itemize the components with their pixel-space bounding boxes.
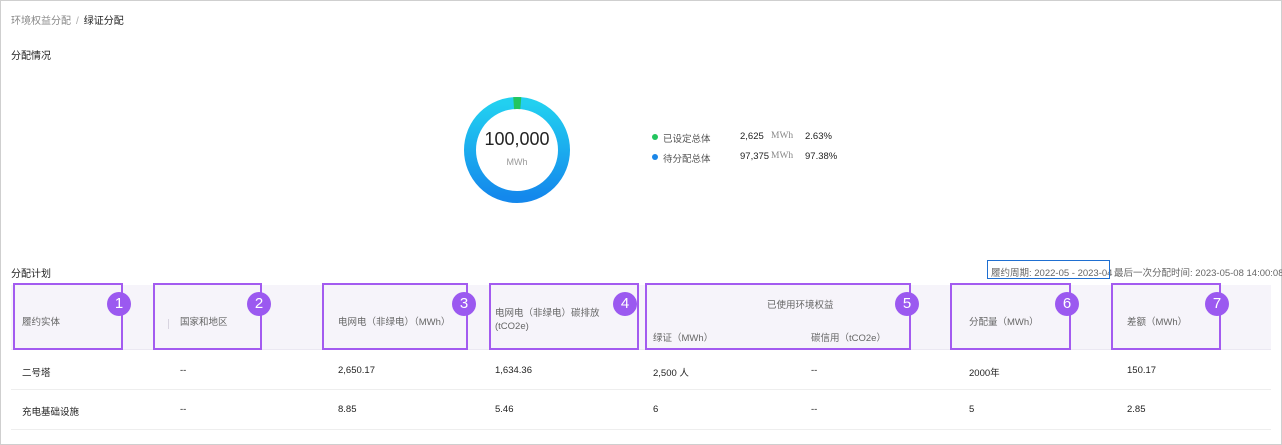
compliance-period-highlight (987, 260, 1110, 279)
legend-unit: MWh (771, 151, 794, 161)
annotation-box-entity (13, 283, 123, 350)
breadcrumb-parent-link[interactable]: 环境权益分配 (11, 16, 71, 27)
legend-percent: 97.38% (805, 151, 838, 162)
breadcrumb-separator: / (76, 16, 79, 27)
cell-region: -- (180, 365, 187, 376)
annotation-badge: 5 (895, 292, 919, 316)
annotation-box-grid-electricity (322, 283, 468, 350)
table-row[interactable] (11, 390, 1271, 430)
distribution-donut-chart (464, 97, 570, 203)
legend-value: 97,375 (740, 151, 770, 162)
annotation-box-env-rights (645, 283, 911, 350)
breadcrumb: 环境权益分配 / 绿证分配 (11, 12, 124, 27)
legend-label: 待分配总体 (663, 154, 711, 165)
cell-grid-emission: 1,634.36 (495, 365, 532, 376)
breadcrumb-current: 绿证分配 (83, 16, 124, 27)
annotation-badge: 3 (452, 292, 476, 316)
donut-total-value: 100,000 (484, 129, 550, 149)
legend-dot-assigned (652, 134, 658, 140)
cell-allocation: 5 (969, 404, 975, 415)
cell-allocation: 2000年 (969, 368, 1000, 379)
last-allocation-time: 最后一次分配时间: 2023-05-08 14:00:08 (1114, 268, 1282, 279)
legend-dot-pending (652, 154, 658, 160)
annotation-badge: 2 (247, 292, 271, 316)
cell-grid-electricity: 8.85 (338, 404, 357, 415)
legend-percent: 2.63% (805, 131, 832, 142)
annotation-badge: 1 (107, 292, 131, 316)
annotation-badge: 7 (1205, 292, 1229, 316)
annotation-badge: 4 (613, 292, 637, 316)
cell-carbon-credit: -- (811, 365, 818, 376)
cell-green-certificate: 6 (653, 404, 659, 415)
table-row[interactable] (11, 350, 1271, 390)
cell-difference: 150.17 (1127, 365, 1157, 376)
annotation-box-region (153, 283, 262, 350)
annotation-box-allocation (950, 283, 1071, 350)
cell-grid-emission: 5.46 (495, 404, 514, 415)
cell-green-certificate: 2,500 人 (653, 368, 689, 379)
cell-carbon-credit: -- (811, 404, 818, 415)
annotation-box-difference (1111, 283, 1221, 350)
legend-label: 已设定总体 (663, 134, 711, 145)
donut-pending-arc (464, 97, 570, 203)
legend-unit: MWh (771, 131, 794, 141)
distribution-title: 分配情况 (11, 51, 51, 62)
annotation-box-grid-emission (489, 283, 639, 350)
donut-total-unit: MWh (506, 157, 528, 167)
cell-entity: 二号塔 (22, 368, 51, 379)
cell-grid-electricity: 2,650.17 (338, 365, 375, 376)
legend-value: 2,625 (740, 131, 764, 142)
annotation-badge: 6 (1055, 292, 1079, 316)
cell-difference: 2.85 (1127, 404, 1146, 415)
cell-entity: 充电基础设施 (22, 407, 80, 418)
plan-title: 分配计划 (11, 269, 51, 280)
cell-region: -- (180, 404, 187, 415)
